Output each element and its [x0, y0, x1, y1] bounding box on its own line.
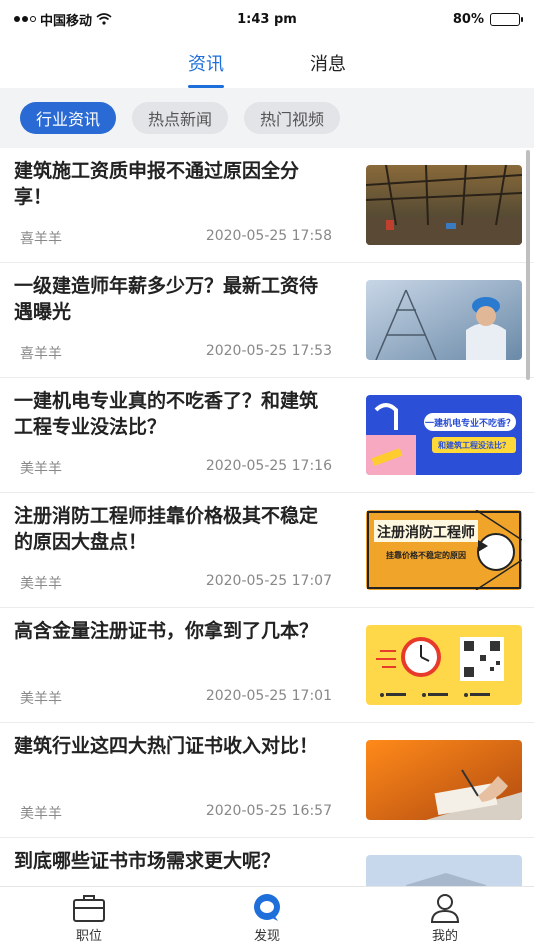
- list-item[interactable]: 注册消防工程师挂靠价格极其不稳定的原因大盘点！ 美羊羊 2020-05-25 1…: [0, 493, 534, 608]
- article-list: 建筑施工资质申报不通过原因全分享！ 喜羊羊 2020-05-25 17:58 一…: [0, 148, 534, 886]
- signal-icon: [14, 16, 36, 22]
- wifi-icon: [96, 13, 112, 25]
- article-thumbnail: [366, 280, 522, 360]
- nav-jobs-label: 职位: [75, 929, 102, 944]
- thumb-caption-2: 和建筑工程没法比？: [438, 440, 510, 450]
- top-tabs: 资讯 消息: [0, 38, 534, 88]
- article-title: 一建机电专业真的不吃香了？和建筑工程专业没法比？: [14, 390, 319, 438]
- scrollbar[interactable]: [526, 150, 530, 380]
- user-icon: [430, 894, 460, 923]
- article-thumbnail: [366, 855, 522, 886]
- status-left: 中国移动: [14, 10, 194, 29]
- article-title: 到底哪些证书市场需求更大呢？: [14, 850, 281, 872]
- tab-messages[interactable]: 消息: [310, 38, 346, 88]
- list-item[interactable]: 建筑行业这四大热门证书收入对比！ 美羊羊 2020-05-25 16:57: [0, 723, 534, 838]
- article-author: 美羊羊: [20, 576, 62, 592]
- article-author: 美羊羊: [20, 691, 62, 707]
- article-title: 建筑行业这四大热门证书收入对比！: [14, 735, 319, 757]
- bottom-nav: 职位 发现 我的: [0, 886, 534, 950]
- list-item[interactable]: 一建机电专业真的不吃香了？和建筑工程专业没法比？ 美羊羊 2020-05-25 …: [0, 378, 534, 493]
- article-author: 美羊羊: [20, 806, 62, 822]
- article-author: 喜羊羊: [20, 231, 62, 247]
- chip-hot-videos[interactable]: 热门视频: [244, 102, 341, 134]
- list-item[interactable]: 一级建造师年薪多少万？最新工资待遇曝光 喜羊羊 2020-05-25 17:53: [0, 263, 534, 378]
- article-thumbnail: 注册消防工程师 挂靠价格不稳定的原因: [366, 510, 522, 590]
- article-date: 2020-05-25 16:57: [205, 803, 332, 819]
- status-time: 1:43 pm: [237, 11, 297, 27]
- article-author: 美羊羊: [20, 461, 62, 477]
- article-title: 建筑施工资质申报不通过原因全分享！: [14, 160, 300, 208]
- article-title: 一级建造师年薪多少万？最新工资待遇曝光: [14, 275, 319, 323]
- briefcase-icon: [73, 895, 105, 922]
- status-bar: 中国移动 1:43 pm 80%: [0, 0, 534, 38]
- status-right: 80%: [340, 11, 523, 27]
- list-item[interactable]: 建筑施工资质申报不通过原因全分享！ 喜羊羊 2020-05-25 17:58: [0, 148, 534, 263]
- nav-jobs[interactable]: 职位: [0, 887, 178, 950]
- carrier-name: 中国移动: [40, 13, 93, 29]
- nav-discover[interactable]: 发现: [178, 887, 356, 950]
- article-date: 2020-05-25 17:16: [205, 458, 332, 474]
- battery-icon: [490, 12, 523, 26]
- list-item[interactable]: 高含金量注册证书，你拿到了几本？ 美羊羊 2020-05-25 17:01: [0, 608, 534, 723]
- thumb-caption-1: 一建机电专业不吃香？: [425, 417, 515, 429]
- nav-me-label: 我的: [431, 929, 458, 944]
- chip-hot-news[interactable]: 热点新闻: [132, 102, 229, 134]
- article-title: 高含金量注册证书，你拿到了几本？: [14, 620, 319, 642]
- article-thumbnail: [366, 625, 522, 705]
- battery-percent: 80%: [452, 11, 484, 27]
- article-title: 注册消防工程师挂靠价格极其不稳定的原因大盘点！: [14, 505, 319, 553]
- chip-industry-news[interactable]: 行业资讯: [20, 102, 117, 134]
- article-thumbnail: [366, 740, 522, 820]
- article-thumbnail: [366, 165, 522, 245]
- article-date: 2020-05-25 17:58: [205, 228, 332, 244]
- category-bar: 行业资讯 热点新闻 热门视频: [0, 88, 534, 148]
- discover-icon: [254, 894, 280, 921]
- thumb-caption-2: 挂靠价格不稳定的原因: [386, 550, 466, 560]
- article-date: 2020-05-25 17:53: [205, 343, 332, 359]
- nav-me[interactable]: 我的: [356, 887, 534, 950]
- tab-news[interactable]: 资讯: [188, 38, 224, 88]
- article-author: 喜羊羊: [20, 346, 62, 362]
- nav-discover-label: 发现: [253, 929, 280, 944]
- app-screen: 中国移动 1:43 pm 80% 资讯 消息 行业资讯 热点新闻 热门视频 建筑…: [0, 0, 534, 950]
- article-thumbnail: 一建机电专业不吃香？ 和建筑工程没法比？: [366, 395, 522, 475]
- article-date: 2020-05-25 17:07: [205, 573, 332, 589]
- article-date: 2020-05-25 17:01: [205, 688, 332, 704]
- list-item[interactable]: 到底哪些证书市场需求更大呢？: [0, 838, 534, 886]
- thumb-caption-1: 注册消防工程师: [377, 524, 475, 541]
